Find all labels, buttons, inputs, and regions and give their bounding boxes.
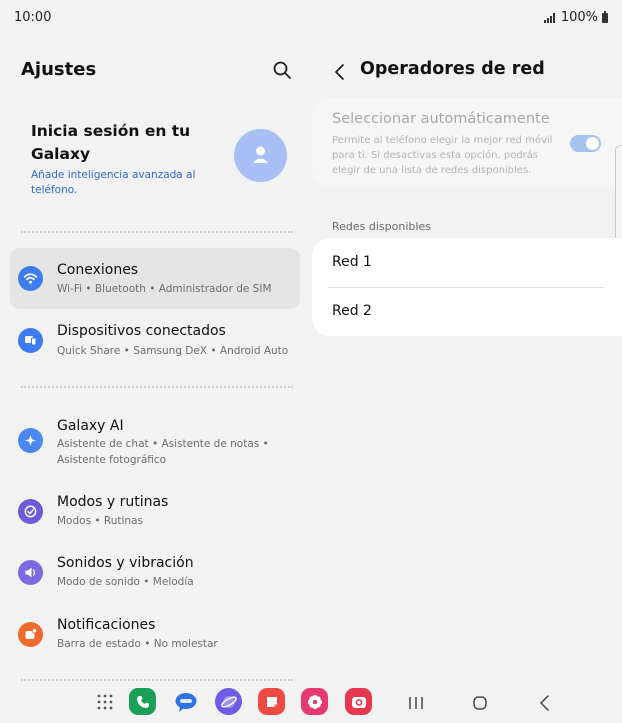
camera-app-icon[interactable] [345,688,372,715]
network-item[interactable]: Red 1 [312,238,622,287]
speaker-icon [18,560,43,585]
phone-app-icon[interactable] [129,688,156,715]
connected-devices-icon [18,328,43,353]
chevron-left-icon [335,64,344,80]
toggle-knob [586,137,599,150]
back-icon [539,695,549,711]
apps-grid-icon[interactable] [91,688,118,715]
auto-select-title: Seleccionar automáticamente [332,111,550,127]
settings-item-subtitle: Modo de sonido • Melodía [57,576,194,588]
network-name: Red 2 [332,303,372,319]
settings-item-subtitle: Barra de estado • No molestar [57,638,218,650]
wifi-icon [18,266,43,291]
search-icon [273,61,291,79]
settings-item-title: Galaxy AI [57,418,124,434]
settings-item-connections[interactable]: Conexiones Wi-Fi • Bluetooth • Administr… [10,248,300,309]
auto-select-description: Permite al teléfono elegir la mejor red … [332,135,553,176]
divider [21,386,293,388]
section-label: Redes disponibles [332,220,431,233]
settings-item-galaxy-ai[interactable]: Galaxy AI Asistente de chat • Asistente … [10,409,300,473]
back-nav-button[interactable] [534,692,556,714]
page-title: Ajustes [21,59,97,80]
status-time: 10:00 [14,10,52,25]
settings-item-modes-routines[interactable]: Modos y rutinas Modos • Rutinas [10,487,300,537]
settings-item-title: Modos y rutinas [57,494,169,510]
account-subtitle: Añade inteligencia avanzada al teléfono. [31,169,196,196]
status-bar: 10:00 100% [0,0,622,34]
sparkle-icon [18,428,43,453]
settings-item-connected-devices[interactable]: Dispositivos conectados Quick Share • Sa… [10,310,300,370]
page-title: Operadores de red [360,59,545,79]
battery-icon [602,10,608,23]
auto-select-card[interactable]: Seleccionar automáticamente Permite al t… [312,98,622,188]
settings-item-subtitle: Asistente de chat • Asistente de notas •… [57,438,269,466]
notes-app-icon[interactable] [258,688,285,715]
navigation-bar [0,684,622,723]
status-right: 100% [543,10,608,25]
person-icon [253,146,268,163]
avatar[interactable] [234,129,287,182]
search-button[interactable] [270,58,294,82]
network-item[interactable]: Red 2 [312,287,622,336]
recents-icon [409,697,423,709]
settings-item-title: Conexiones [57,262,139,278]
battery-level: 100% [560,10,598,25]
back-button[interactable] [330,60,350,84]
settings-item-subtitle: Wi-Fi • Bluetooth • Administrador de SIM [57,283,272,295]
home-icon [473,696,487,710]
settings-pane: Ajustes Inicia sesión en tu Galaxy Añade… [0,34,310,684]
settings-item-title: Dispositivos conectados [57,323,226,339]
account-title: Inicia sesión en tu Galaxy [31,122,191,163]
settings-item-subtitle: Modos • Rutinas [57,515,143,527]
internet-app-icon[interactable] [215,688,242,715]
settings-item-subtitle: Quick Share • Samsung DeX • Android Auto [57,345,289,357]
network-name: Red 1 [332,254,372,270]
scroll-handle[interactable] [615,145,622,251]
check-circle-icon [18,499,43,524]
notification-icon [18,622,43,647]
auto-select-toggle[interactable] [570,135,601,152]
signal-icon [543,12,555,23]
divider [21,231,293,233]
recents-button[interactable] [405,692,427,714]
settings-item-title: Notificaciones [57,617,156,633]
messages-app-icon[interactable] [172,688,199,715]
divider [21,679,293,681]
home-button[interactable] [469,692,491,714]
account-card[interactable]: Inicia sesión en tu Galaxy Añade intelig… [10,104,300,214]
network-list: Red 1 Red 2 [312,238,622,336]
gallery-app-icon[interactable] [301,688,328,715]
settings-item-title: Sonidos y vibración [57,555,194,571]
settings-item-sounds[interactable]: Sonidos y vibración Modo de sonido • Mel… [10,549,300,599]
settings-item-notifications[interactable]: Notificaciones Barra de estado • No mole… [10,611,300,661]
